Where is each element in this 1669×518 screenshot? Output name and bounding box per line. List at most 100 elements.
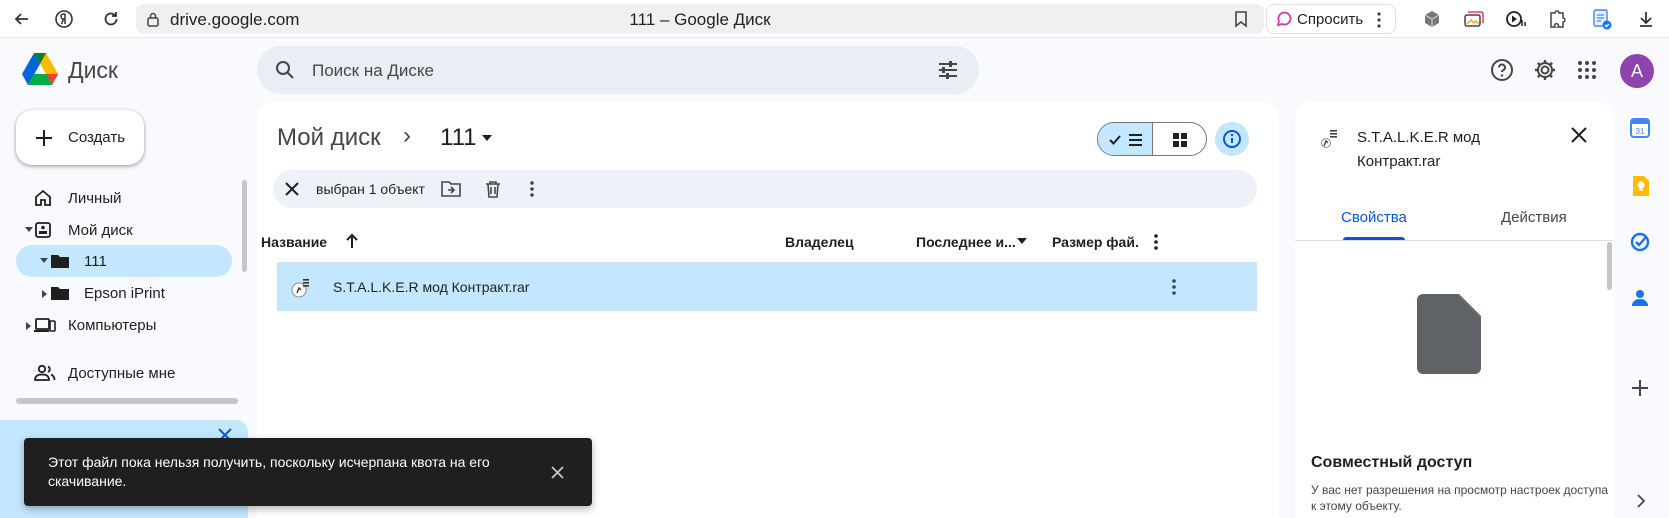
- sidebar-item-computers[interactable]: Компьютеры: [16, 309, 232, 341]
- tasks-icon[interactable]: [1630, 232, 1650, 252]
- help-icon[interactable]: [1490, 58, 1514, 82]
- column-owner-header[interactable]: Владелец: [785, 234, 854, 250]
- sidebar-item-label: 111: [84, 253, 107, 270]
- apps-grid-icon[interactable]: [1576, 59, 1598, 81]
- media-play-icon[interactable]: [1504, 7, 1528, 31]
- table-row[interactable]: S.T.A.L.K.E.R мод Контракт.rar: [277, 263, 1257, 311]
- sidebar-scrollbar[interactable]: [242, 180, 247, 272]
- sidebar-item-epson-iprint[interactable]: Epson iPrint: [16, 277, 232, 309]
- view-toggle: [1097, 122, 1207, 156]
- expand-arrow-icon[interactable]: [26, 322, 31, 330]
- more-actions-icon[interactable]: [529, 180, 535, 198]
- tab-actions[interactable]: Действия: [1501, 209, 1567, 226]
- snackbar-notification: Этот файл пока нельзя получить, поскольк…: [24, 438, 592, 506]
- sidebar-item-my-drive[interactable]: Мой диск: [16, 214, 232, 246]
- ask-button[interactable]: Спросить: [1266, 4, 1396, 34]
- bookmark-icon[interactable]: [1233, 10, 1249, 28]
- sidebar-item-label: Компьютеры: [68, 317, 157, 334]
- back-icon[interactable]: [10, 7, 34, 31]
- folder-menu-arrow-icon[interactable]: [481, 134, 493, 142]
- keep-icon[interactable]: [1630, 175, 1650, 197]
- tabs-divider: [1295, 240, 1613, 241]
- page-title: 111 – Google Диск: [629, 10, 771, 29]
- browser-toolbar: drive.google.com 111 – Google Диск Спрос…: [0, 0, 1669, 38]
- reload-icon[interactable]: [99, 7, 123, 31]
- my-drive-icon: [34, 221, 52, 239]
- row-more-actions-icon[interactable]: [1171, 279, 1177, 295]
- list-view-button[interactable]: [1098, 123, 1153, 155]
- add-addon-icon[interactable]: [1630, 378, 1650, 398]
- clear-selection-icon[interactable]: [285, 182, 299, 196]
- download-icon[interactable]: [1634, 7, 1658, 31]
- grid-view-icon: [1173, 133, 1187, 147]
- breadcrumb-separator: ›: [403, 122, 411, 149]
- breadcrumb-current-folder[interactable]: 111: [440, 124, 476, 152]
- sidebar-item-label: Личный: [68, 190, 122, 207]
- drive-logo-icon[interactable]: [21, 52, 59, 86]
- modified-dropdown-icon[interactable]: [1017, 238, 1027, 245]
- list-view-icon: [1128, 133, 1143, 147]
- close-icon[interactable]: [551, 466, 564, 479]
- column-size-header[interactable]: Размер фай.: [1052, 234, 1139, 250]
- sidebar-item-folder-111[interactable]: 111: [16, 245, 232, 277]
- grid-view-button[interactable]: [1153, 123, 1206, 155]
- create-button[interactable]: Создать: [16, 110, 144, 165]
- column-modified-header[interactable]: Последнее и...: [916, 234, 1016, 250]
- calendar-icon[interactable]: 31: [1630, 118, 1650, 138]
- sidebar-item-personal[interactable]: Личный: [16, 182, 232, 214]
- yandex-icon[interactable]: [52, 7, 76, 31]
- contacts-icon[interactable]: [1630, 288, 1650, 308]
- trash-icon[interactable]: [485, 180, 501, 198]
- people-icon: [34, 364, 56, 382]
- search-input[interactable]: Поиск на Диске: [257, 46, 979, 94]
- settings-gear-icon[interactable]: [1533, 58, 1557, 82]
- selection-toolbar: выбран 1 объект: [273, 170, 1257, 208]
- extension-box-icon[interactable]: [1420, 7, 1444, 31]
- address-bar[interactable]: drive.google.com 111 – Google Диск: [136, 4, 1264, 34]
- collections-icon[interactable]: [1462, 7, 1486, 31]
- more-vert-icon[interactable]: [1375, 11, 1383, 29]
- snackbar-message: Этот файл пока нельзя получить, поскольк…: [48, 454, 490, 489]
- expand-arrow-icon[interactable]: [40, 258, 48, 263]
- search-icon[interactable]: [274, 59, 296, 81]
- tab-properties[interactable]: Свойства: [1341, 209, 1407, 226]
- sort-ascending-icon[interactable]: [345, 233, 359, 249]
- expand-arrow-icon[interactable]: [42, 290, 47, 298]
- selection-count: выбран 1 объект: [316, 181, 425, 197]
- expand-arrow-icon[interactable]: [25, 227, 33, 232]
- details-file-title: S.T.A.L.K.E.R мод Контракт.rar: [1357, 129, 1480, 170]
- sidebar-item-label: Мой диск: [68, 222, 133, 239]
- search-filter-icon[interactable]: [937, 59, 959, 81]
- app-name[interactable]: Диск: [68, 57, 118, 84]
- archive-file-icon: [291, 278, 311, 298]
- file-name: S.T.A.L.K.E.R мод Контракт.rar: [333, 279, 530, 295]
- sidebar-horizontal-scrollbar[interactable]: [16, 398, 238, 404]
- ask-ai-icon: [1275, 11, 1293, 29]
- sharing-permission-text: У вас нет разрешения на просмотр настрое…: [1311, 483, 1608, 513]
- create-label: Создать: [68, 129, 126, 146]
- column-name-header[interactable]: Название: [261, 234, 327, 250]
- check-icon: [1108, 133, 1122, 147]
- details-info-button[interactable]: [1215, 122, 1249, 156]
- move-to-folder-icon[interactable]: [441, 180, 461, 198]
- close-icon[interactable]: [1571, 127, 1587, 143]
- details-scrollbar[interactable]: [1607, 242, 1612, 290]
- sidebar-item-label: Доступные мне: [68, 365, 176, 382]
- sidebar-item-shared-with-me[interactable]: Доступные мне: [16, 357, 232, 389]
- column-options-icon[interactable]: [1153, 234, 1159, 250]
- sharing-heading: Совместный доступ: [1311, 454, 1473, 471]
- svg-text:31: 31: [1636, 127, 1645, 136]
- breadcrumb-my-drive[interactable]: Мой диск: [277, 124, 381, 152]
- home-icon: [34, 189, 52, 207]
- extension-puzzle-icon[interactable]: [1546, 7, 1570, 31]
- ask-label: Спросить: [1297, 11, 1364, 28]
- archive-file-icon: [1321, 128, 1341, 150]
- search-placeholder: Поиск на Диске: [312, 61, 434, 80]
- translate-ext-icon[interactable]: [1590, 7, 1614, 31]
- folder-icon: [50, 284, 70, 302]
- details-panel: S.T.A.L.K.E.R мод Контракт.rar Свойства …: [1295, 102, 1613, 518]
- sidebar-item-label: Epson iPrint: [84, 285, 165, 302]
- expand-panel-icon[interactable]: [1636, 494, 1646, 508]
- avatar[interactable]: A: [1620, 54, 1654, 88]
- computers-icon: [34, 316, 56, 334]
